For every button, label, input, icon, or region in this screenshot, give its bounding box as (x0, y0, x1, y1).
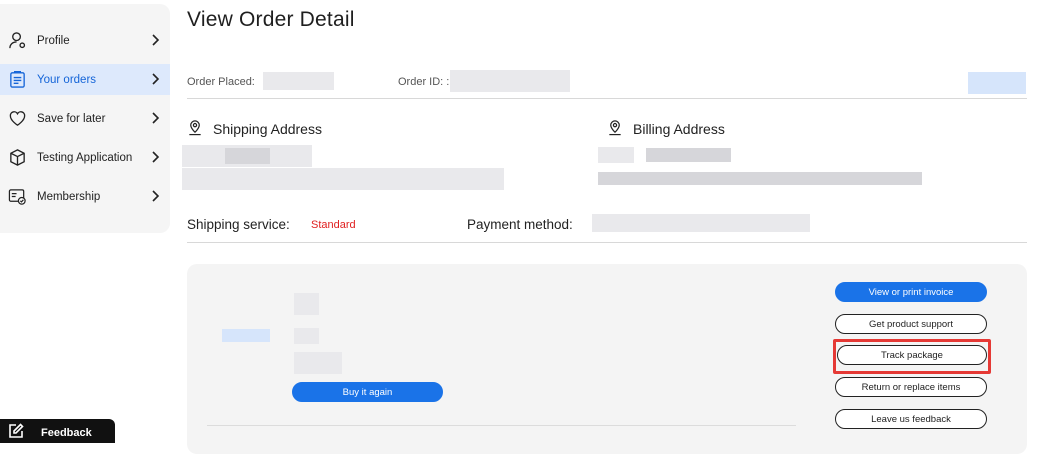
billing-address-line-redacted (598, 147, 634, 163)
heart-icon (9, 111, 26, 126)
membership-card-icon (8, 189, 26, 205)
shipping-address-line-redacted (225, 148, 270, 164)
order-id-label: Order ID: : (398, 76, 450, 88)
clipboard-icon (10, 71, 25, 88)
shipping-address-title: Shipping Address (213, 121, 322, 137)
billing-address-line-redacted (598, 172, 922, 185)
sidebar-item-your-orders[interactable]: Your orders (0, 64, 170, 95)
order-id-value-redacted (450, 70, 570, 92)
user-icon (9, 32, 26, 49)
sidebar-item-label: Testing Application (37, 151, 133, 164)
sidebar-item-label: Save for later (37, 112, 106, 125)
track-package-highlight (833, 339, 991, 374)
divider (187, 242, 1027, 243)
divider (187, 98, 1027, 99)
shipping-service-value: Standard (311, 219, 356, 231)
chevron-right-icon (152, 34, 160, 46)
buy-it-again-button[interactable]: Buy it again (292, 382, 443, 402)
product-price-redacted (294, 352, 342, 374)
redacted-action-button[interactable] (968, 72, 1026, 94)
sidebar-item-testing-application[interactable]: Testing Application (0, 142, 170, 173)
sidebar-item-label: Profile (37, 34, 70, 47)
sidebar-item-membership[interactable]: Membership (0, 181, 170, 212)
leave-feedback-button[interactable]: Leave us feedback (835, 409, 987, 429)
product-detail-redacted (294, 328, 319, 344)
location-pin-icon (609, 120, 621, 136)
shipping-address-line-redacted (182, 168, 504, 190)
sidebar-item-label: Membership (37, 190, 101, 203)
view-print-invoice-button[interactable]: View or print invoice (835, 282, 987, 302)
edit-icon (9, 423, 24, 438)
order-placed-value-redacted (263, 72, 334, 90)
billing-address-line-redacted (646, 148, 731, 162)
product-detail-redacted (294, 293, 319, 315)
divider (207, 425, 796, 426)
page-title: View Order Detail (187, 8, 355, 31)
payment-method-label: Payment method: (467, 217, 573, 232)
sidebar-item-save-for-later[interactable]: Save for later (0, 103, 170, 134)
feedback-tab[interactable]: Feedback (0, 419, 115, 443)
get-product-support-button[interactable]: Get product support (835, 314, 987, 334)
chevron-right-icon (152, 190, 160, 202)
billing-address-title: Billing Address (633, 121, 725, 137)
sidebar-item-label: Your orders (37, 73, 97, 86)
shipping-service-label: Shipping service: (187, 217, 290, 232)
product-image-redacted[interactable] (222, 329, 270, 342)
chevron-right-icon (152, 112, 160, 124)
chevron-right-icon (152, 151, 160, 163)
payment-method-value-redacted (592, 214, 810, 232)
sidebar-item-profile[interactable]: Profile (0, 25, 170, 56)
location-pin-icon (189, 120, 201, 136)
return-replace-items-button[interactable]: Return or replace items (835, 377, 987, 397)
order-placed-label: Order Placed: (187, 76, 255, 88)
box-icon (10, 149, 25, 166)
chevron-right-icon (152, 73, 160, 85)
feedback-label: Feedback (41, 427, 92, 439)
account-sidebar: Profile Your orders Save for later Testi… (0, 4, 170, 233)
